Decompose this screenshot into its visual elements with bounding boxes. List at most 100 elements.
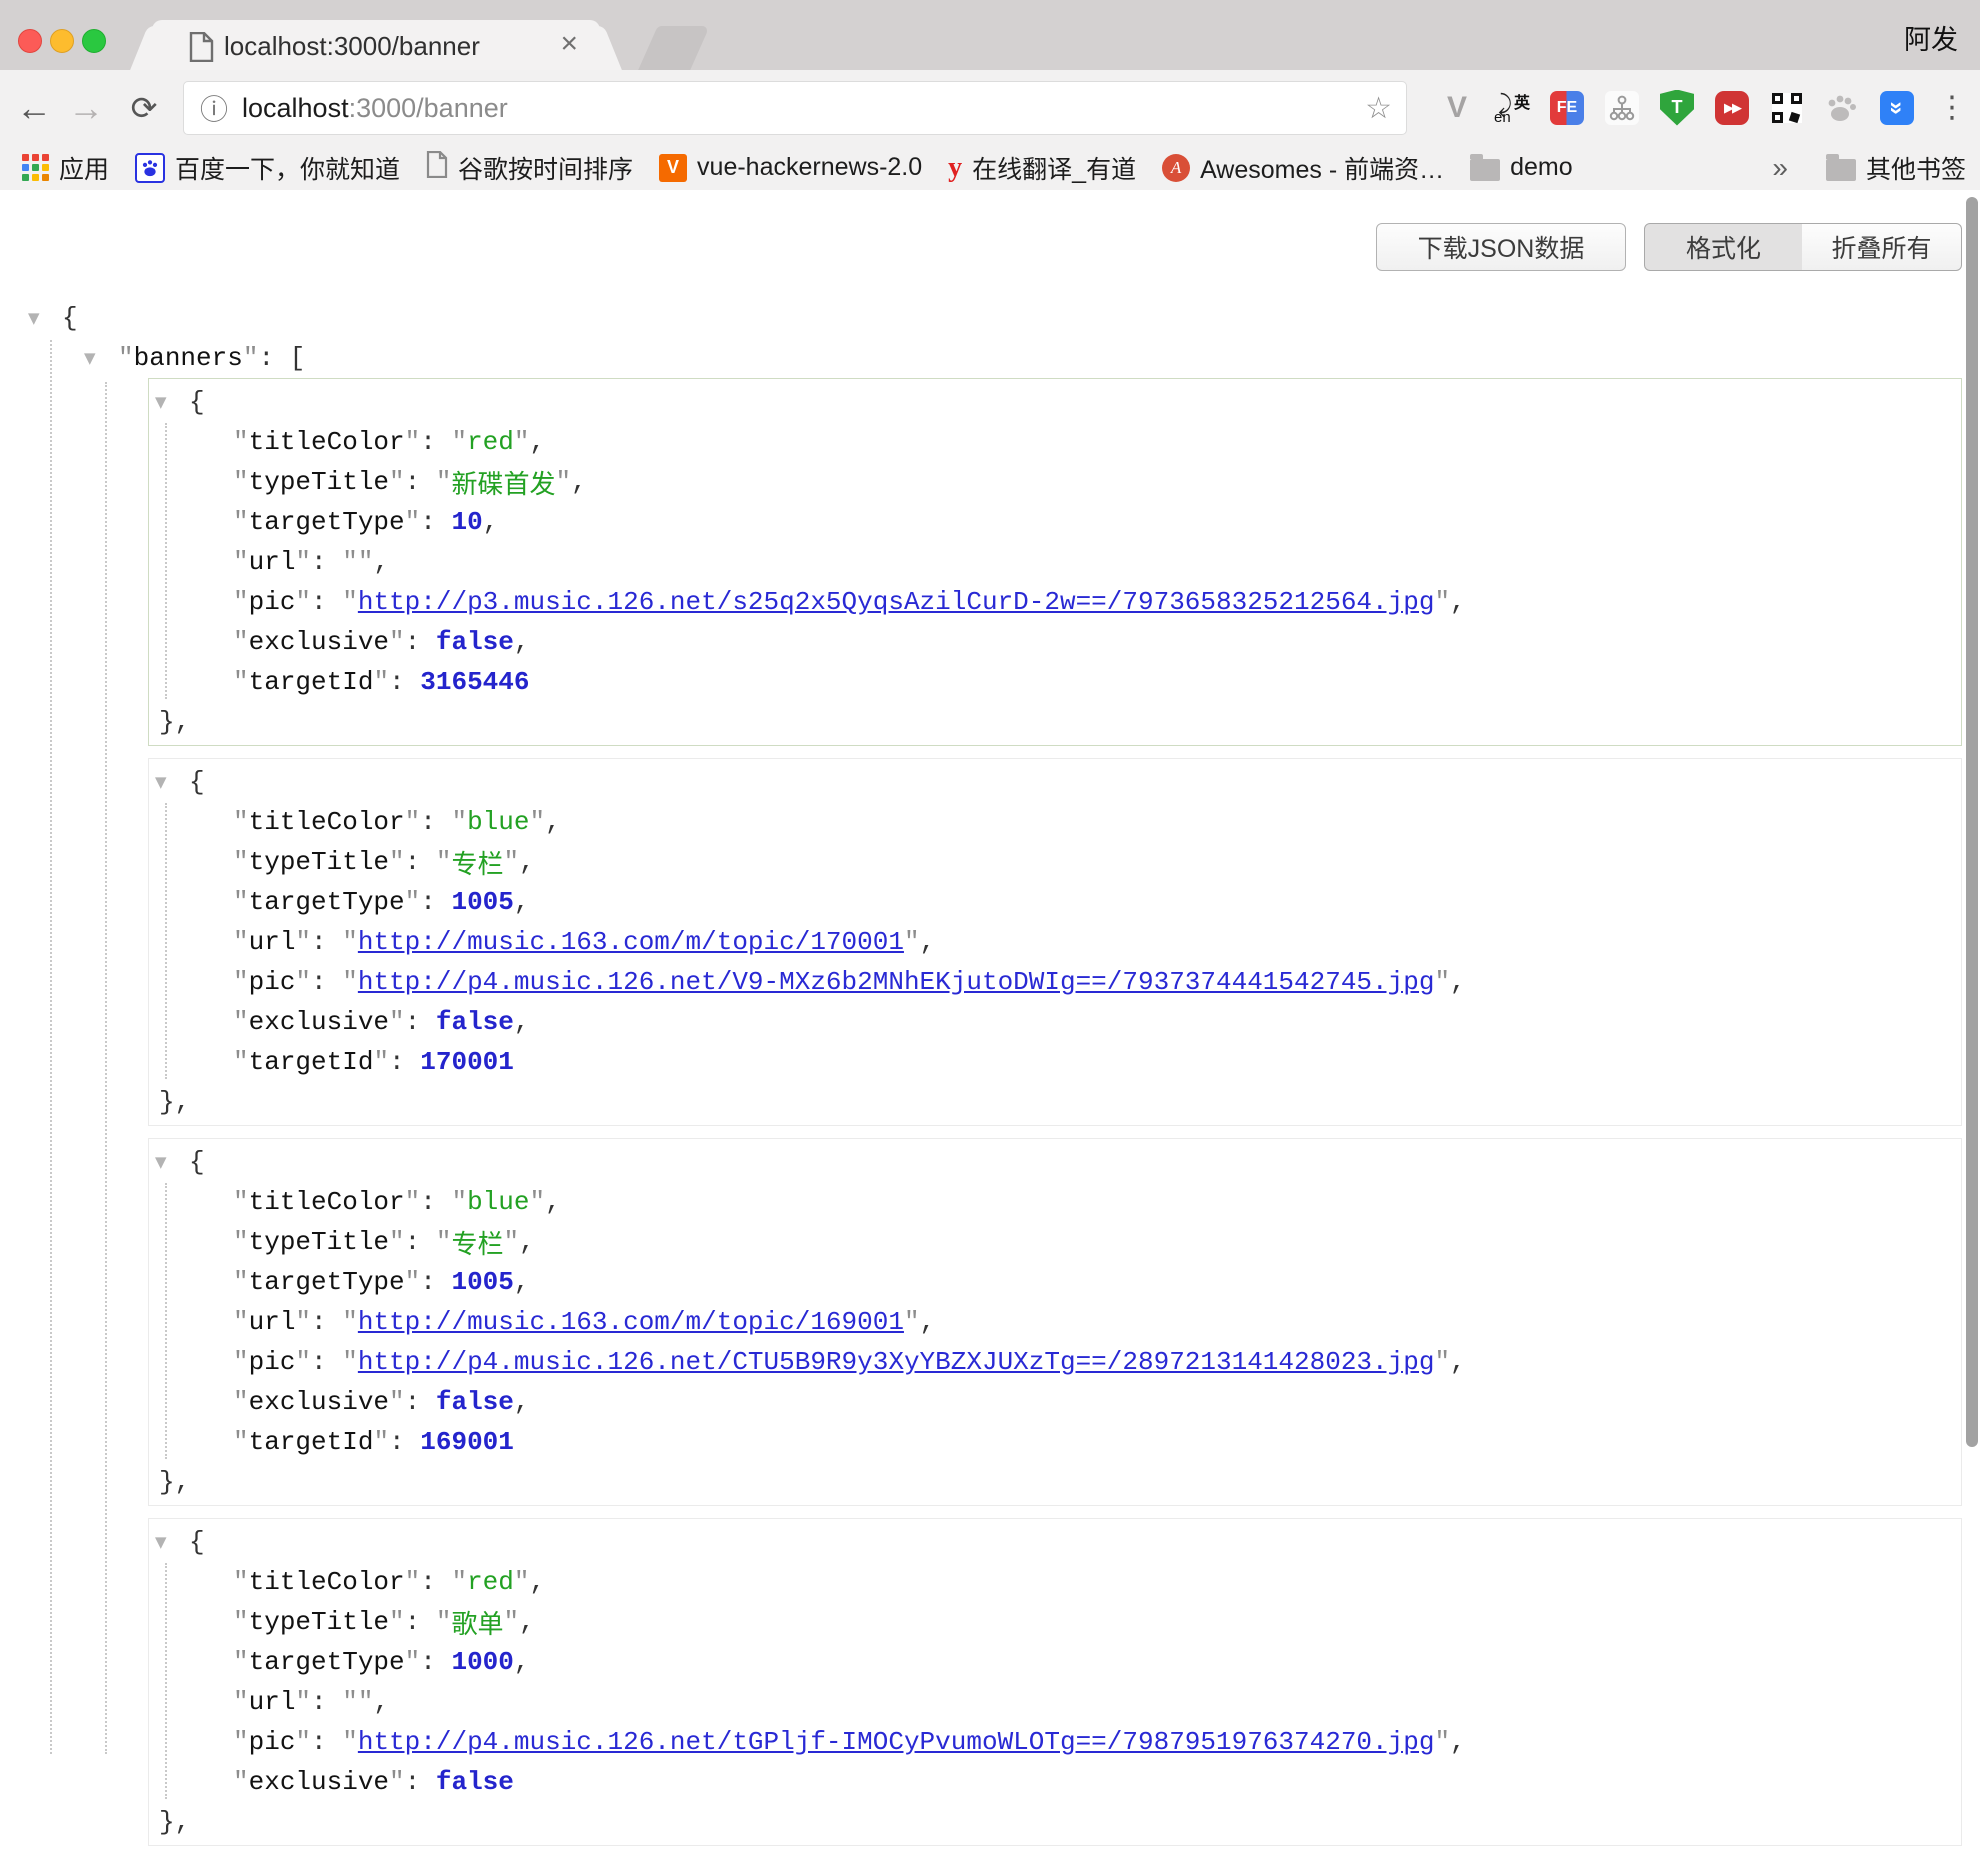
close-window-button[interactable]: [18, 29, 42, 53]
qrcode-extension-icon[interactable]: [1767, 87, 1807, 129]
other-bookmarks[interactable]: 其他书签: [1826, 150, 1966, 186]
json-token: {: [189, 1527, 205, 1557]
json-token: ": [389, 1387, 405, 1417]
collapse-toggle-icon[interactable]: ▼: [155, 393, 189, 411]
fe-badge: FE: [1550, 91, 1584, 125]
json-link[interactable]: http://p4.music.126.net/tGPljf-IMOCyPvum…: [358, 1727, 1435, 1757]
collapse-toggle-icon[interactable]: ▼: [28, 309, 62, 327]
json-token: ": [118, 343, 134, 373]
bookmark-vue-hackernews[interactable]: V vue-hackernews-2.0: [659, 153, 922, 182]
json-value: "": [342, 547, 373, 577]
json-token: ": [295, 587, 311, 617]
json-line: "targetId": 3165446: [149, 662, 1961, 702]
apps-grid-icon: [22, 154, 49, 181]
json-token: ": [389, 467, 405, 497]
json-token: {: [62, 303, 78, 333]
json-token: ": [295, 1727, 311, 1757]
json-token: ,: [514, 1387, 530, 1417]
collapse-toggle-icon[interactable]: ▼: [155, 1153, 189, 1171]
fastforward-extension-icon[interactable]: ▶▶: [1712, 87, 1752, 129]
json-token: ": [295, 547, 311, 577]
json-link[interactable]: http://p4.music.126.net/CTU5B9R9y3XyYBZX…: [358, 1347, 1435, 1377]
json-token: },: [159, 1807, 190, 1837]
address-bar[interactable]: ⓘ localhost :3000/banner ☆: [183, 81, 1407, 135]
collapse-toggle-icon[interactable]: ▼: [155, 773, 189, 791]
json-line: ▼{: [0, 298, 1980, 338]
collapse-toggle-icon[interactable]: ▼: [84, 349, 118, 367]
json-key: titleColor: [249, 427, 405, 457]
json-value: 新碟首发: [451, 464, 555, 501]
json-line: "pic": "http://p3.music.126.net/s25q2x5Q…: [149, 582, 1961, 622]
json-token: ": [389, 1007, 405, 1037]
reload-button[interactable]: ⟳: [118, 70, 170, 145]
json-token: :: [405, 847, 436, 877]
collapse-toggle-icon[interactable]: ▼: [155, 1533, 189, 1551]
json-token: ": [1434, 1727, 1450, 1757]
translate-zh-glyph: 英: [1514, 89, 1530, 113]
sitemap-extension-icon[interactable]: [1602, 87, 1642, 129]
json-array-item: ▼{"titleColor": "red","typeTitle": "歌单",…: [148, 1518, 1962, 1846]
json-link[interactable]: http://p4.music.126.net/V9-MXz6b2MNhEKju…: [358, 967, 1435, 997]
json-token: :: [405, 1387, 436, 1417]
json-line: "url": "",: [149, 542, 1961, 582]
vertical-scrollbar[interactable]: [1966, 197, 1978, 1447]
json-token: ": [233, 1687, 249, 1717]
json-line: },: [149, 1082, 1961, 1122]
json-line: "typeTitle": "新碟首发",: [149, 462, 1961, 502]
json-token: ,: [1450, 587, 1466, 617]
json-token: ": [504, 847, 520, 877]
json-key: url: [249, 547, 296, 577]
sitemap-glyph: [1605, 91, 1639, 125]
new-tab-button[interactable]: [638, 26, 710, 70]
paw-extension-icon[interactable]: [1822, 87, 1862, 129]
bookmark-apps[interactable]: 应用: [22, 150, 109, 186]
json-link[interactable]: http://music.163.com/m/topic/169001: [358, 1307, 904, 1337]
tampermonkey-icon[interactable]: T: [1657, 87, 1697, 129]
browser-tab[interactable]: localhost:3000/banner ×: [152, 20, 600, 70]
json-key: url: [249, 927, 296, 957]
json-token: ": [373, 1047, 389, 1077]
url-host: localhost: [242, 93, 349, 124]
bookmarks-overflow-chevron[interactable]: »: [1772, 152, 1788, 184]
json-token: ": [1434, 967, 1450, 997]
json-token: :: [311, 1347, 342, 1377]
json-array-item: ▼{"titleColor": "red","typeTitle": "新碟首发…: [148, 378, 1962, 746]
json-viewer: ▼{▼"banners": [▼{"titleColor": "red","ty…: [0, 190, 1980, 1858]
json-line: "typeTitle": "歌单",: [149, 1602, 1961, 1642]
minimize-window-button[interactable]: [50, 29, 74, 53]
json-token: ,: [514, 627, 530, 657]
bookmark-google-sort[interactable]: 谷歌按时间排序: [426, 150, 633, 186]
vue-devtools-icon[interactable]: V: [1437, 87, 1477, 129]
json-token: ": [436, 847, 452, 877]
json-line: "targetType": 1005,: [149, 882, 1961, 922]
json-line: "typeTitle": "专栏",: [149, 1222, 1961, 1262]
json-token: ": [451, 807, 467, 837]
json-token: ": [233, 427, 249, 457]
bookmark-star-icon[interactable]: ☆: [1365, 91, 1392, 126]
back-button[interactable]: ←: [8, 70, 60, 145]
translate-extension-icon[interactable]: ⤸ 英 en: [1492, 87, 1532, 129]
json-key: typeTitle: [249, 467, 389, 497]
json-key: typeTitle: [249, 1607, 389, 1637]
maximize-window-button[interactable]: [82, 29, 106, 53]
json-line: "exclusive": false,: [149, 1382, 1961, 1422]
fe-extension-icon[interactable]: FE: [1547, 87, 1587, 129]
json-line: "exclusive": false,: [149, 622, 1961, 662]
forward-button[interactable]: →: [60, 70, 112, 145]
json-value: 专栏: [451, 1224, 503, 1261]
bookmark-youdao[interactable]: y 在线翻译_有道: [948, 150, 1136, 186]
browser-titlebar: localhost:3000/banner × 阿发: [0, 0, 1980, 70]
json-link[interactable]: http://music.163.com/m/topic/170001: [358, 927, 904, 957]
tab-close-icon[interactable]: ×: [560, 28, 578, 60]
downloads-extension-icon[interactable]: »: [1877, 87, 1917, 129]
chrome-menu-icon[interactable]: ⋮: [1932, 87, 1972, 129]
json-token: ": [405, 427, 421, 457]
json-link[interactable]: http://p3.music.126.net/s25q2x5QyqsAzilC…: [358, 587, 1435, 617]
bookmark-demo-folder[interactable]: demo: [1470, 153, 1573, 182]
bookmark-awesomes[interactable]: A Awesomes - 前端资…: [1162, 150, 1444, 186]
page-info-icon[interactable]: ⓘ: [200, 88, 228, 128]
bookmark-baidu[interactable]: 百度一下，你就知道: [135, 150, 400, 186]
json-token: ,: [530, 1567, 546, 1597]
json-token: },: [159, 707, 190, 737]
profile-name[interactable]: 阿发: [1904, 18, 1958, 57]
